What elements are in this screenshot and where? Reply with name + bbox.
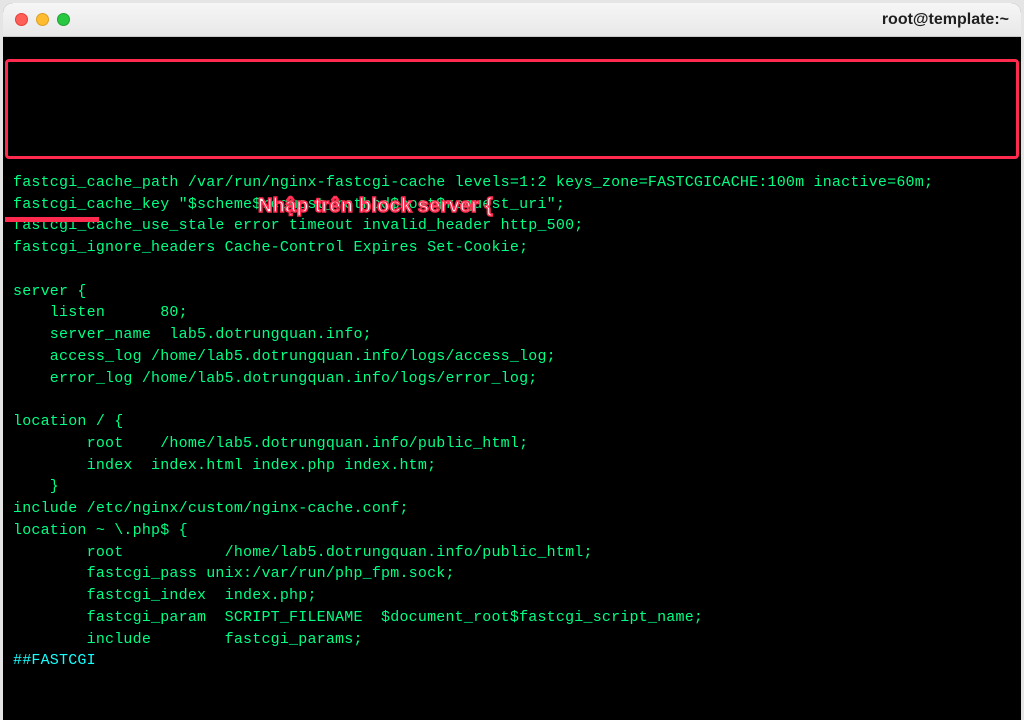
code-line: access_log /home/lab5.dotrungquan.info/l… [13, 348, 556, 365]
code-line: } [13, 478, 59, 495]
code-line: server_name lab5.dotrungquan.info; [13, 326, 372, 343]
code-line: fastcgi_index index.php; [13, 587, 317, 604]
code-line: index index.html index.php index.htm; [13, 457, 436, 474]
code-line: location ~ \.php$ { [13, 522, 188, 539]
code-line: fastcgi_cache_path /var/run/nginx-fastcg… [13, 174, 933, 191]
code-line: location / { [13, 413, 123, 430]
window-title: root@template:~ [882, 11, 1009, 29]
code-line: fastcgi_ignore_headers Cache-Control Exp… [13, 239, 528, 256]
terminal-body[interactable]: Nhập trên block server { fastcgi_cache_p… [3, 55, 1021, 720]
code-line: listen 80; [13, 304, 188, 321]
highlight-box [5, 59, 1019, 159]
close-icon[interactable] [15, 13, 28, 26]
code-line: include /etc/nginx/custom/nginx-cache.co… [13, 500, 409, 517]
code-line: fastcgi_cache_use_stale error timeout in… [13, 217, 584, 234]
terminal-topbar [3, 37, 1021, 55]
code-line: root /home/lab5.dotrungquan.info/public_… [13, 435, 528, 452]
traffic-lights [15, 13, 70, 26]
code-line: server { [13, 283, 87, 300]
code-line: root /home/lab5.dotrungquan.info/public_… [13, 544, 593, 561]
code-line: fastcgi_param SCRIPT_FILENAME $document_… [13, 609, 703, 626]
code-line: include fastcgi_params; [13, 631, 363, 648]
terminal-window: root@template:~ Nhập trên block server {… [3, 3, 1021, 582]
code-line: fastcgi_pass unix:/var/run/php_fpm.sock; [13, 565, 455, 582]
code-line: error_log /home/lab5.dotrungquan.info/lo… [13, 370, 537, 387]
maximize-icon[interactable] [57, 13, 70, 26]
titlebar: root@template:~ [3, 3, 1021, 37]
terminal-content: fastcgi_cache_path /var/run/nginx-fastcg… [13, 172, 1011, 672]
code-line: fastcgi_cache_key "$scheme$request_metho… [13, 196, 565, 213]
footer-marker: ##FASTCGI [13, 652, 96, 669]
minimize-icon[interactable] [36, 13, 49, 26]
